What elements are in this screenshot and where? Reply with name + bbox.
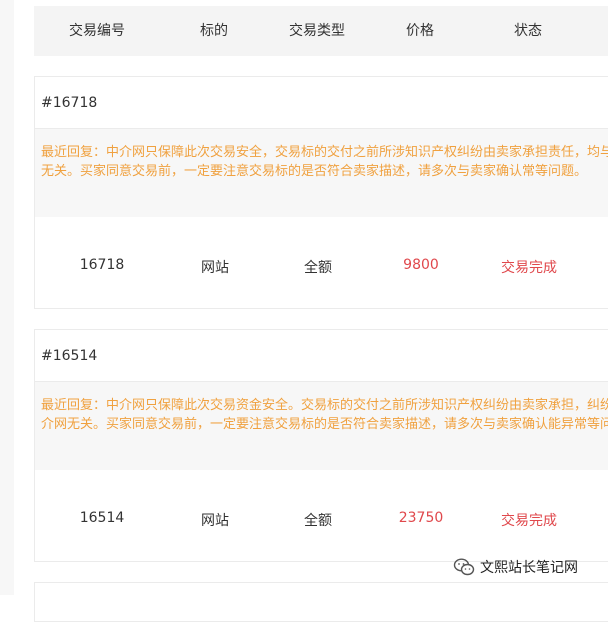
order-card: #16514 最近回复：中介网只保障此次交易资金安全。交易标的交付之前所涉知识产… xyxy=(34,329,608,562)
order-number[interactable]: #16514 xyxy=(41,330,97,382)
cell-target: 网站 xyxy=(201,260,229,276)
cell-status: 交易完成 xyxy=(501,513,557,529)
cell-status: 交易完成 xyxy=(501,260,557,276)
header-target: 标的 xyxy=(200,23,228,39)
latest-reply: 最近回复：中介网只保障此次交易资金安全。交易标的交付之前所涉知识产权纠纷由卖家承… xyxy=(35,382,608,470)
cell-trade-type: 全额 xyxy=(304,513,332,529)
header-trade-type: 交易类型 xyxy=(289,23,345,39)
header-status: 状态 xyxy=(514,23,542,39)
order-card xyxy=(34,582,608,622)
latest-reply-text: 最近回复：中介网只保障此次交易安全，交易标的交付之前所涉知识产权纠纷由卖家承担责… xyxy=(41,145,608,179)
latest-reply-text: 最近回复：中介网只保障此次交易资金安全。交易标的交付之前所涉知识产权纠纷由卖家承… xyxy=(41,398,608,432)
cell-order-id: 16718 xyxy=(79,257,125,273)
wechat-icon xyxy=(453,558,475,576)
watermark-text: 文熙站长笔记网 xyxy=(480,560,578,576)
order-number[interactable]: #16718 xyxy=(41,77,97,129)
cell-order-id: 16514 xyxy=(79,510,125,526)
latest-reply: 最近回复：中介网只保障此次交易安全，交易标的交付之前所涉知识产权纠纷由卖家承担责… xyxy=(35,129,608,217)
watermark: 文熙站长笔记网 xyxy=(452,555,578,579)
left-rail xyxy=(0,0,14,595)
order-card: #16718 最近回复：中介网只保障此次交易安全，交易标的交付之前所涉知识产权纠… xyxy=(34,76,608,309)
header-price: 价格 xyxy=(406,23,434,39)
cell-target: 网站 xyxy=(201,513,229,529)
table-header: 交易编号 标的 交易类型 价格 状态 xyxy=(34,6,608,56)
order-card-header: #16718 xyxy=(35,77,608,129)
cell-price: 23750 xyxy=(398,510,444,526)
cell-price: 9800 xyxy=(403,257,439,273)
header-order-id: 交易编号 xyxy=(69,23,125,39)
order-card-header: #16514 xyxy=(35,330,608,382)
cell-trade-type: 全额 xyxy=(304,260,332,276)
